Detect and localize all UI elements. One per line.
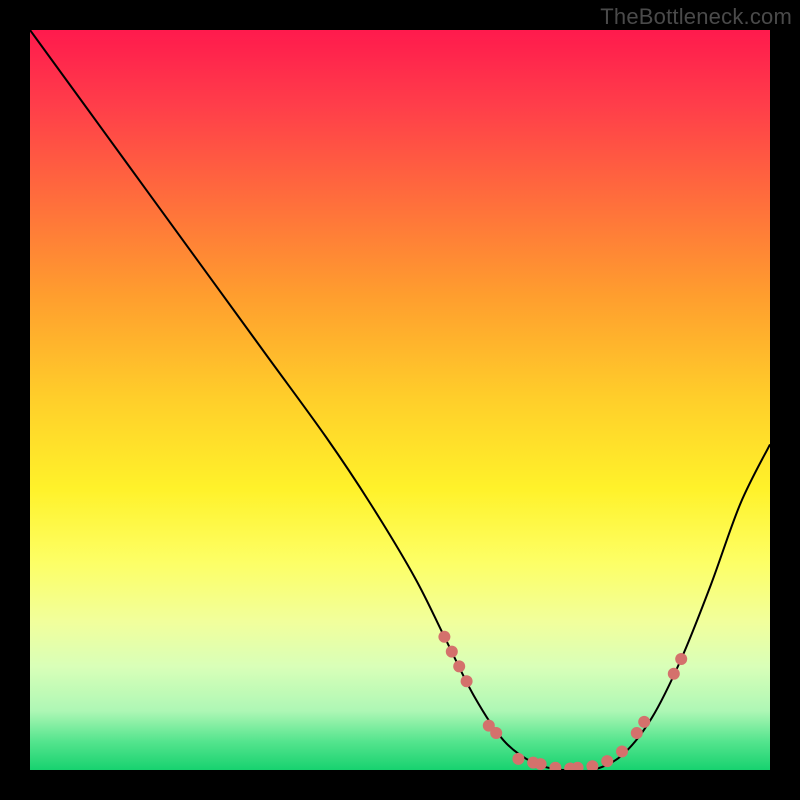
plot-area [30,30,770,770]
marker-dot [549,762,561,770]
marker-dot [586,760,598,770]
marker-dot [616,746,628,758]
marker-dot [453,660,465,672]
marker-dot [446,646,458,658]
figure-container: TheBottleneck.com [0,0,800,800]
marker-dot [461,675,473,687]
marker-dot [601,755,613,767]
curve-layer [30,30,770,770]
marker-dot [512,753,524,765]
marker-dot [490,727,502,739]
marker-dot [638,716,650,728]
marker-dot [631,727,643,739]
marker-dot [572,762,584,770]
marker-dot [668,668,680,680]
watermark-text: TheBottleneck.com [600,4,792,30]
marker-dot [438,631,450,643]
bottleneck-curve [30,30,770,770]
marker-dot [675,653,687,665]
marker-dot [535,758,547,770]
